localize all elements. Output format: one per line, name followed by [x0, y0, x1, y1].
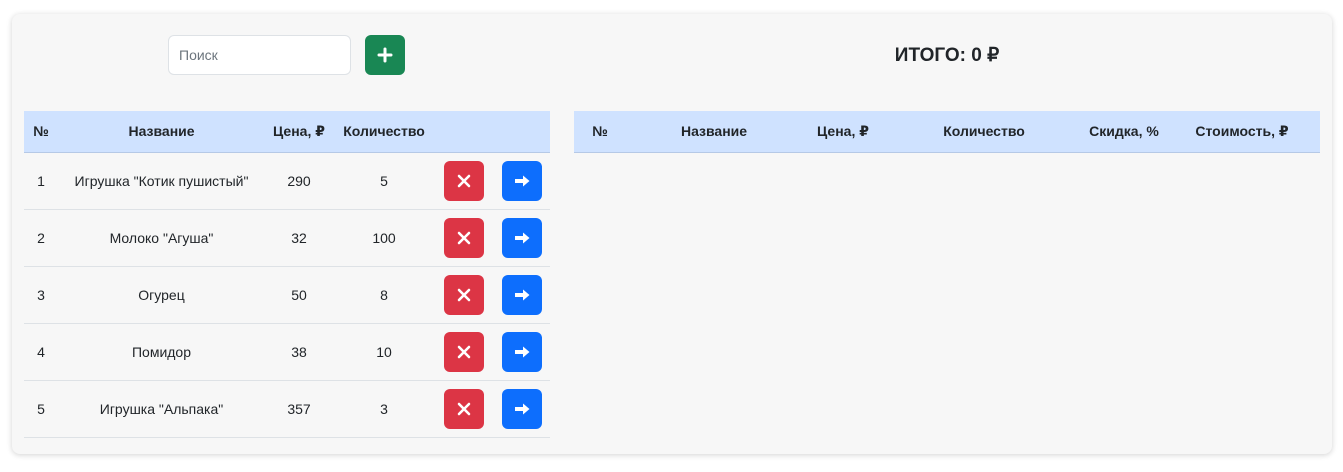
column-header-actions-move [493, 111, 550, 153]
delete-cell [435, 380, 493, 438]
search-input[interactable] [168, 35, 351, 75]
x-icon [457, 231, 471, 244]
product-price: 290 [265, 152, 333, 210]
products-table: № Название Цена, ₽ Количество 1 Игрушка "… [24, 111, 550, 438]
delete-button[interactable] [444, 388, 484, 429]
x-icon [457, 288, 471, 301]
column-header-quantity: Количество [333, 111, 435, 153]
move-to-cart-button[interactable] [501, 274, 542, 315]
row-number: 2 [24, 209, 58, 267]
cart-column-header-discount: Скидка, % [1084, 111, 1164, 153]
products-table-body: 1 Игрушка "Котик пушистый" 290 5 2 Молоко "Аг… [24, 152, 550, 438]
delete-button[interactable] [444, 331, 484, 372]
row-number: 3 [24, 266, 58, 324]
table-row: 4 Помидор 38 10 [24, 323, 550, 381]
product-quantity: 3 [333, 380, 435, 438]
table-row: 5 Игрушка "Альпака" 357 3 [24, 380, 550, 438]
move-cell [493, 266, 550, 324]
product-name: Игрушка "Котик пушистый" [58, 152, 265, 210]
move-to-cart-button[interactable] [501, 331, 542, 372]
product-quantity: 8 [333, 266, 435, 324]
move-cell [493, 152, 550, 210]
product-price: 38 [265, 323, 333, 381]
products-table-header: № Название Цена, ₽ Количество [24, 111, 550, 153]
delete-button[interactable] [444, 160, 484, 201]
cart-column-header-name: Название [626, 111, 802, 153]
product-name: Помидор [58, 323, 265, 381]
cart-table-header: № Название Цена, ₽ Количество Скидка, % … [574, 111, 1320, 153]
product-price: 50 [265, 266, 333, 324]
cart-column-header-num: № [574, 111, 626, 153]
table-row: 3 Огурец 50 8 [24, 266, 550, 324]
delete-cell [435, 323, 493, 381]
cart-column-header-price: Цена, ₽ [802, 111, 884, 153]
row-number: 5 [24, 380, 58, 438]
product-name: Игрушка "Альпака" [58, 380, 265, 438]
product-quantity: 100 [333, 209, 435, 267]
product-price: 32 [265, 209, 333, 267]
product-name: Молоко "Агуша" [58, 209, 265, 267]
arrow-right-icon [514, 346, 529, 357]
row-number: 4 [24, 323, 58, 381]
add-product-button[interactable] [365, 35, 405, 75]
arrow-right-icon [514, 289, 529, 300]
arrow-right-icon [514, 403, 529, 414]
column-header-num: № [24, 111, 58, 153]
row-number: 1 [24, 152, 58, 210]
product-name: Огурец [58, 266, 265, 324]
delete-button[interactable] [444, 274, 484, 315]
move-cell [493, 380, 550, 438]
product-quantity: 10 [333, 323, 435, 381]
product-quantity: 5 [333, 152, 435, 210]
move-to-cart-button[interactable] [501, 388, 542, 429]
plus-icon [377, 47, 393, 63]
delete-cell [435, 152, 493, 210]
delete-button[interactable] [444, 217, 484, 258]
x-icon [457, 174, 471, 187]
column-header-name: Название [58, 111, 265, 153]
column-header-price: Цена, ₽ [265, 111, 333, 153]
delete-cell [435, 209, 493, 267]
delete-cell [435, 266, 493, 324]
move-cell [493, 209, 550, 267]
x-icon [457, 345, 471, 358]
total-label: ИТОГО: 0 ₽ [894, 45, 1000, 66]
move-to-cart-button[interactable] [501, 160, 542, 201]
cart-column-header-quantity: Количество [884, 111, 1084, 153]
table-row: 1 Игрушка "Котик пушистый" 290 5 [24, 152, 550, 210]
move-cell [493, 323, 550, 381]
arrow-right-icon [514, 175, 529, 186]
x-icon [457, 402, 471, 415]
column-header-actions-delete [435, 111, 493, 153]
arrow-right-icon [514, 232, 529, 243]
table-row: 2 Молоко "Агуша" 32 100 [24, 209, 550, 267]
product-price: 357 [265, 380, 333, 438]
move-to-cart-button[interactable] [501, 217, 542, 258]
cart-column-header-cost: Стоимость, ₽ [1164, 111, 1320, 153]
cart-table: № Название Цена, ₽ Количество Скидка, % … [574, 111, 1320, 153]
